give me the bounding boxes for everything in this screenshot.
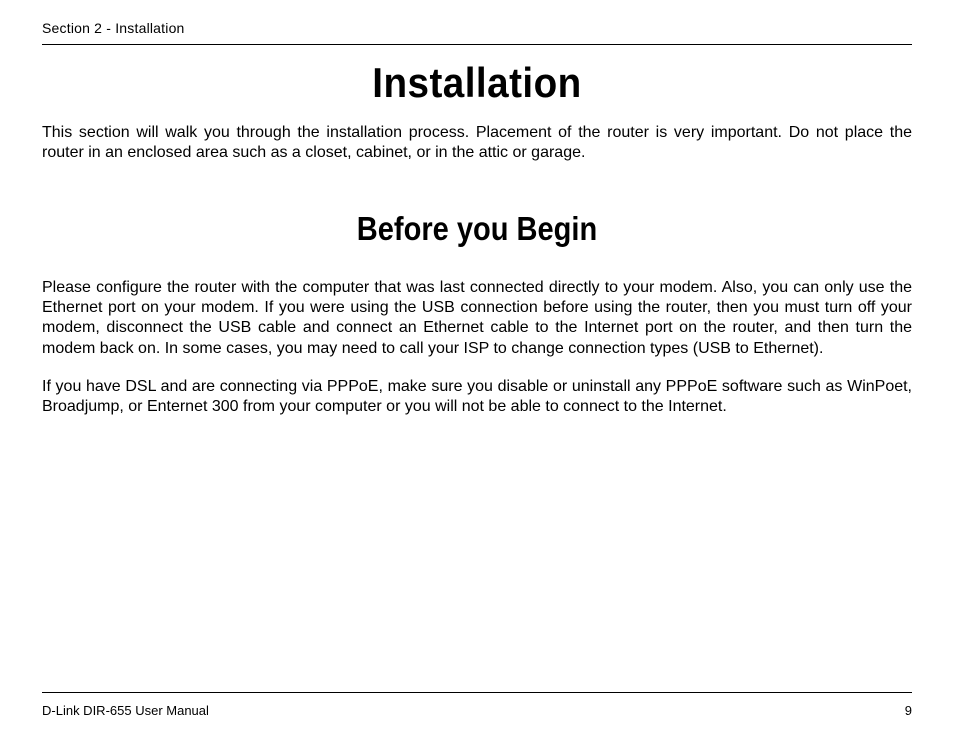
- intro-paragraph: This section will walk you through the i…: [42, 123, 912, 164]
- body-paragraph-1: Please configure the router with the com…: [42, 278, 912, 359]
- footer-manual-name: D-Link DIR-655 User Manual: [42, 703, 209, 718]
- page-title-sub: Before you Begin: [94, 210, 860, 248]
- page-title-main: Installation: [77, 59, 877, 107]
- section-header: Section 2 - Installation: [42, 20, 912, 45]
- body-paragraph-2: If you have DSL and are connecting via P…: [42, 377, 912, 418]
- footer-page-number: 9: [905, 703, 912, 718]
- document-page: Section 2 - Installation Installation Th…: [0, 0, 954, 738]
- page-footer: D-Link DIR-655 User Manual 9: [42, 692, 912, 718]
